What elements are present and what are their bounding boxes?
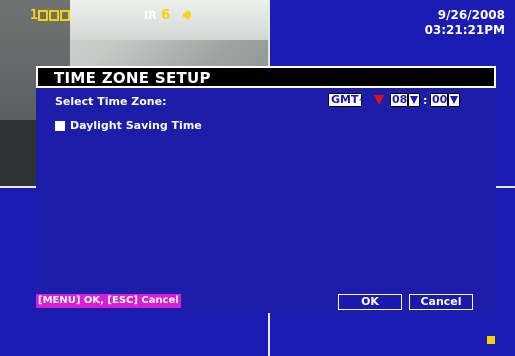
select-tz-label: Select Time Zone: (55, 95, 167, 108)
dialog-title-bar: TIME ZONE SETUP (36, 66, 496, 88)
time-separator: : (423, 94, 428, 107)
audio-icon: 🔊︎ (182, 8, 191, 23)
camera-status: 1 (30, 8, 71, 23)
hour-dropdown-icon[interactable] (408, 93, 420, 107)
hour-select[interactable]: 08 (390, 93, 408, 107)
dst-checkbox[interactable] (55, 121, 65, 131)
keyboard-hint: [MENU] OK, [ESC] Cancel (36, 294, 181, 308)
gmt-value: GMT+ (331, 93, 368, 106)
channel-indicator-icon (48, 10, 59, 21)
hour-value: 08 (392, 93, 408, 106)
channel-indicator-icon (59, 10, 70, 21)
minute-select[interactable]: 00 (430, 93, 448, 107)
ir-status: IR 6 🔊︎ (144, 8, 191, 23)
gmt-dropdown-icon[interactable] (373, 93, 385, 107)
dialog-title: TIME ZONE SETUP (54, 69, 211, 87)
minute-value: 00 (432, 93, 448, 106)
clock: 9/26/2008 03:21:21PM (425, 8, 505, 38)
camera-number: 1 (30, 8, 38, 23)
dst-label: Daylight Saving Time (70, 119, 202, 132)
minute-dropdown-icon[interactable] (448, 93, 460, 107)
ir-value: 6 (161, 8, 171, 23)
gmt-select[interactable]: GMT+ (328, 93, 368, 107)
clock-time: 03:21:21PM (424, 23, 505, 37)
feed-cabinet (0, 120, 40, 186)
record-indicator-icon (487, 336, 495, 344)
ir-label: IR (144, 9, 157, 22)
channel-indicator-icon (37, 10, 48, 21)
clock-date: 9/26/2008 (437, 8, 505, 22)
cancel-button[interactable]: Cancel (409, 294, 473, 310)
ok-button[interactable]: OK (338, 294, 402, 310)
